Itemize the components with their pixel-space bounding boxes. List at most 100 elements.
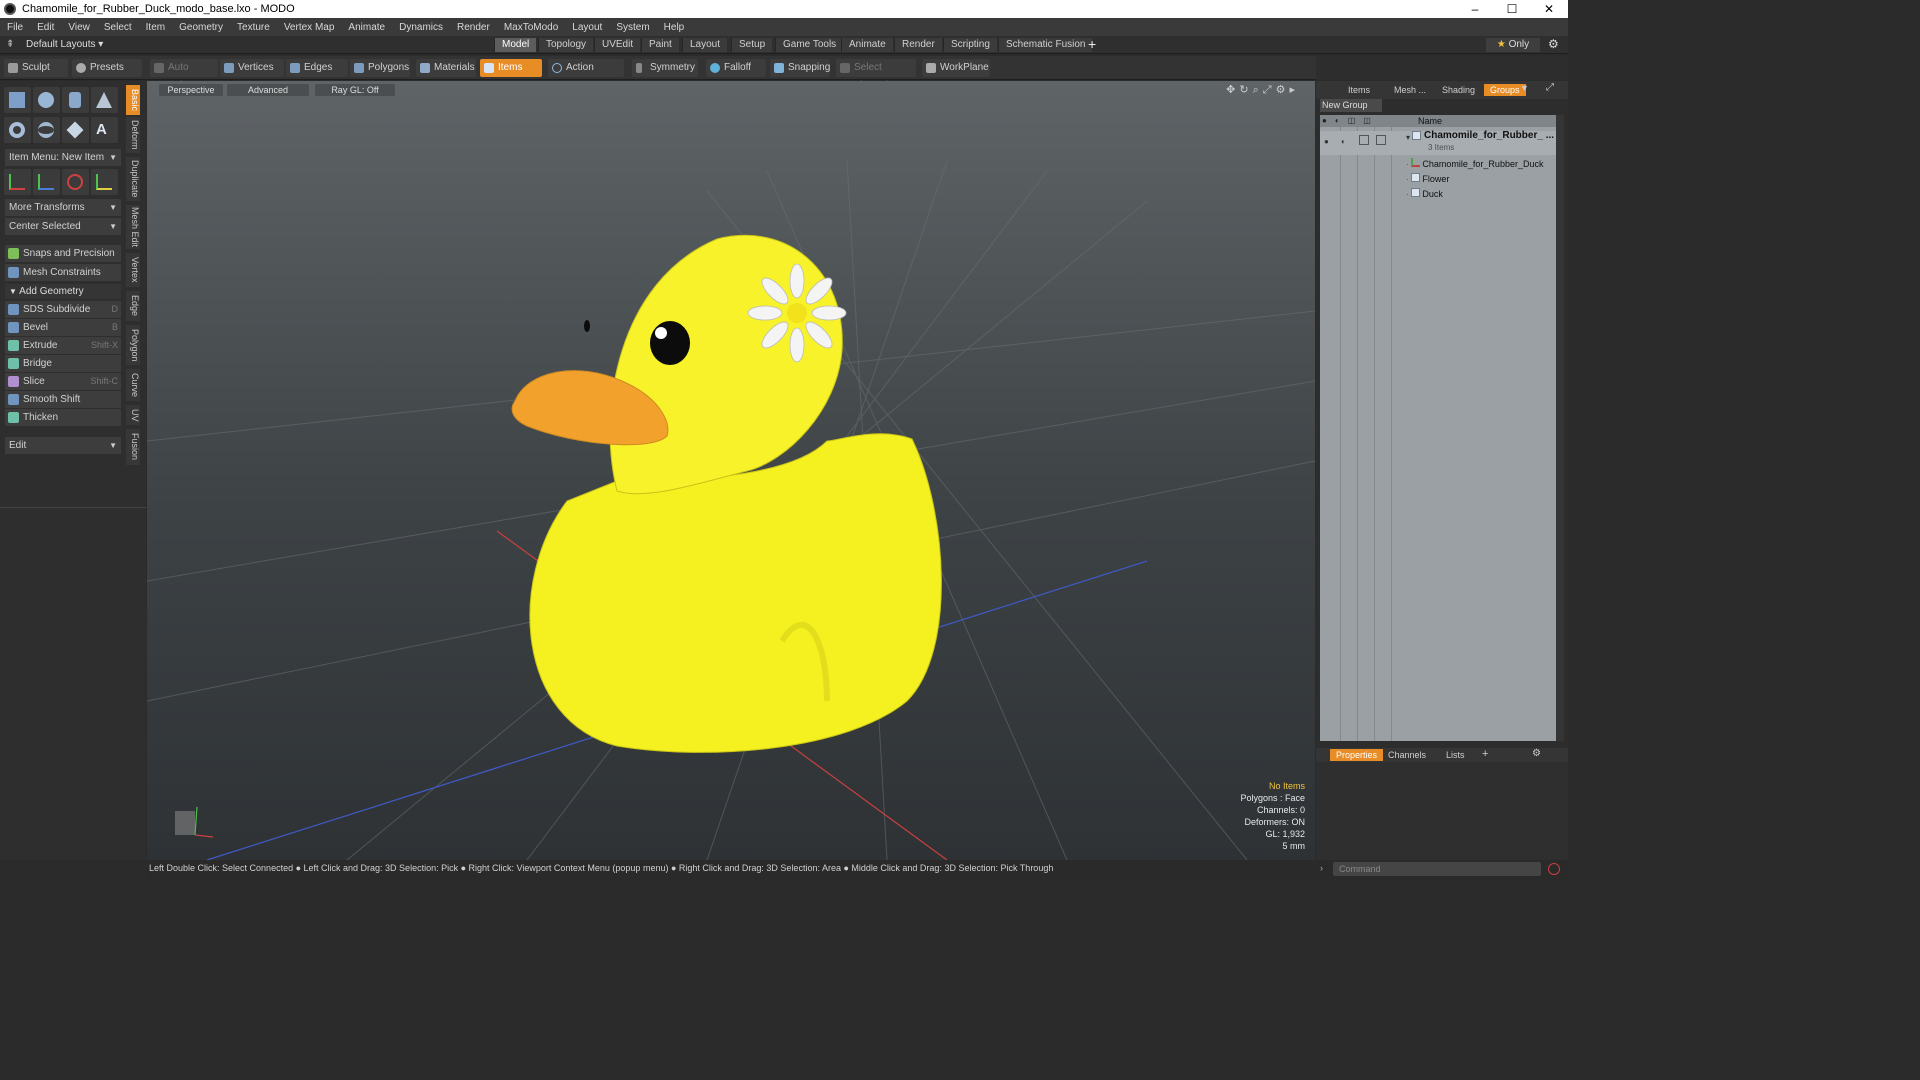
name-column-header[interactable]: Name xyxy=(1418,115,1442,127)
bridge-button[interactable]: Bridge xyxy=(5,355,121,372)
smooth-shift-button[interactable]: Smooth Shift xyxy=(5,391,121,408)
lock-icon[interactable]: ◫ xyxy=(1348,116,1364,125)
sds-subdivide-button[interactable]: SDS Subdivide D xyxy=(5,301,121,318)
rotate-tool-button[interactable] xyxy=(33,169,60,195)
render-icon[interactable]: ◐ xyxy=(1335,116,1348,125)
add-tab-button[interactable]: + xyxy=(1088,36,1096,52)
thicken-button[interactable]: Thicken xyxy=(5,409,121,426)
menu-select[interactable]: Select xyxy=(97,22,139,33)
menu-dynamics[interactable]: Dynamics xyxy=(392,22,450,33)
close-button[interactable]: ✕ xyxy=(1530,0,1568,18)
text-primitive-button[interactable]: A xyxy=(91,117,118,143)
cone-primitive-button[interactable] xyxy=(91,87,118,113)
snapping-button[interactable]: Snapping xyxy=(770,59,830,77)
tabs-dropdown-icon[interactable]: ▼ xyxy=(1520,83,1529,93)
rotate-icon[interactable]: ↻ xyxy=(1239,84,1252,96)
tab-layout[interactable]: Layout xyxy=(682,38,728,52)
pen-primitive-button[interactable] xyxy=(62,117,89,143)
select-through-button[interactable]: Select Through xyxy=(836,59,916,91)
symmetry-button[interactable]: Symmetry xyxy=(632,59,698,77)
zoom-icon[interactable]: ⌕ xyxy=(1253,84,1263,96)
viewport-tab-advanced[interactable]: Advanced xyxy=(227,84,309,96)
minimize-button[interactable]: – xyxy=(1456,0,1494,18)
extrude-button[interactable]: Extrude Shift-X xyxy=(5,337,121,354)
vtab-polygon[interactable]: Polygon xyxy=(126,325,140,365)
vertices-button[interactable]: Vertices 1 xyxy=(220,59,284,91)
more-transforms-dropdown[interactable]: More Transforms ▼ xyxy=(5,199,121,216)
menu-item[interactable]: Item xyxy=(139,22,172,33)
menu-system[interactable]: System xyxy=(609,22,656,33)
auto-select-button[interactable]: Auto Select xyxy=(150,59,218,91)
presets-button[interactable]: Presets F6 xyxy=(72,59,142,91)
edges-button[interactable]: Edges 2 xyxy=(286,59,348,91)
group-child-row[interactable]: · Duck xyxy=(1406,187,1556,201)
tab-scripting[interactable]: Scripting xyxy=(943,38,997,52)
tab-render[interactable]: Render xyxy=(894,38,942,52)
cylinder-primitive-button[interactable] xyxy=(62,87,89,113)
tab-animate[interactable]: Animate xyxy=(841,38,893,52)
menu-maxtomodo[interactable]: MaxToModo xyxy=(497,22,565,33)
menu-edit[interactable]: Edit xyxy=(30,22,61,33)
slice-button[interactable]: Slice Shift-C xyxy=(5,373,121,390)
layout-dropdown[interactable]: Default Layouts ▾ xyxy=(26,38,103,52)
pan-icon[interactable]: ✥ xyxy=(1226,84,1239,96)
lock-checkbox[interactable] xyxy=(1359,135,1369,145)
menu-texture[interactable]: Texture xyxy=(230,22,277,33)
workplane-button[interactable]: WorkPlane xyxy=(922,59,990,77)
tab-items[interactable]: Items xyxy=(1342,84,1376,96)
edit-dropdown[interactable]: Edit ▼ xyxy=(5,437,121,454)
transform-tool-button[interactable] xyxy=(91,169,118,195)
menu-help[interactable]: Help xyxy=(657,22,692,33)
add-geometry-header[interactable]: ▼ Add Geometry xyxy=(5,284,121,299)
sphere-primitive-button[interactable] xyxy=(33,87,60,113)
outliner-scrollbar[interactable] xyxy=(1556,115,1564,741)
tab-mesh[interactable]: Mesh ... xyxy=(1388,84,1432,96)
render-icon[interactable]: ◐ xyxy=(1341,135,1346,149)
torus-primitive-button[interactable] xyxy=(4,117,31,143)
polygons-button[interactable]: Polygons xyxy=(350,59,410,77)
center-selected-dropdown[interactable]: Center Selected ▼ xyxy=(5,218,121,235)
vtab-fusion[interactable]: Fusion xyxy=(126,429,140,465)
vtab-curve[interactable]: Curve xyxy=(126,369,140,401)
tab-paint[interactable]: Paint xyxy=(641,38,679,52)
3d-viewport[interactable]: Perspective Advanced Ray GL: Off ✥↻⌕⤢⚙▸ … xyxy=(147,81,1315,860)
move-tool-button[interactable] xyxy=(4,169,31,195)
vtab-uv[interactable]: UV xyxy=(126,405,140,425)
menu-vertex-map[interactable]: Vertex Map xyxy=(277,22,342,33)
menu-animate[interactable]: Animate xyxy=(341,22,392,33)
scale-tool-button[interactable] xyxy=(62,169,89,195)
cube-primitive-button[interactable] xyxy=(4,87,31,113)
menu-render[interactable]: Render xyxy=(450,22,497,33)
falloff-button[interactable]: Falloff xyxy=(706,59,766,77)
tab-shading[interactable]: Shading xyxy=(1436,84,1481,96)
new-group-button[interactable]: New Group xyxy=(1320,99,1382,112)
action-center-button[interactable]: Action Center xyxy=(548,59,624,91)
tube-primitive-button[interactable] xyxy=(33,117,60,143)
tab-game-tools[interactable]: Game Tools xyxy=(775,38,844,52)
vtab-deform[interactable]: Deform xyxy=(126,117,140,153)
expand-icon[interactable]: ⤢ xyxy=(1546,82,1554,93)
tab-topology[interactable]: Topology xyxy=(538,38,594,52)
select-icon[interactable]: ◫ xyxy=(1363,116,1379,125)
menu-view[interactable]: View xyxy=(61,22,97,33)
layout-pin-icon[interactable]: ⇞ xyxy=(6,39,18,51)
gear-icon[interactable]: ⚙ xyxy=(1548,37,1559,51)
add-panel-tab[interactable]: + xyxy=(1476,748,1494,760)
menu-geometry[interactable]: Geometry xyxy=(172,22,230,33)
expand-arrow-icon[interactable]: ▸ xyxy=(1289,84,1299,96)
mesh-constraints-button[interactable]: Mesh Constraints xyxy=(5,264,121,281)
expand-arrow-icon[interactable]: ▾ xyxy=(1406,131,1410,145)
command-input[interactable]: Command xyxy=(1333,862,1541,876)
vtab-mesh-edit[interactable]: Mesh Edit xyxy=(126,205,140,249)
tab-properties[interactable]: Properties xyxy=(1330,749,1384,761)
fit-icon[interactable]: ⤢ xyxy=(1263,84,1276,96)
tab-lists[interactable]: Lists xyxy=(1440,749,1471,761)
tab-uvedit[interactable]: UVEdit xyxy=(594,38,641,52)
menu-layout[interactable]: Layout xyxy=(565,22,609,33)
items-button[interactable]: Items 5 xyxy=(480,59,542,91)
group-child-row[interactable]: · Flower xyxy=(1406,172,1556,186)
panel-gear-icon[interactable]: ⚙ xyxy=(1532,748,1541,759)
vtab-duplicate[interactable]: Duplicate xyxy=(126,157,140,201)
materials-button[interactable]: Materials xyxy=(416,59,476,77)
visibility-eye-icon[interactable]: ● xyxy=(1324,135,1329,149)
